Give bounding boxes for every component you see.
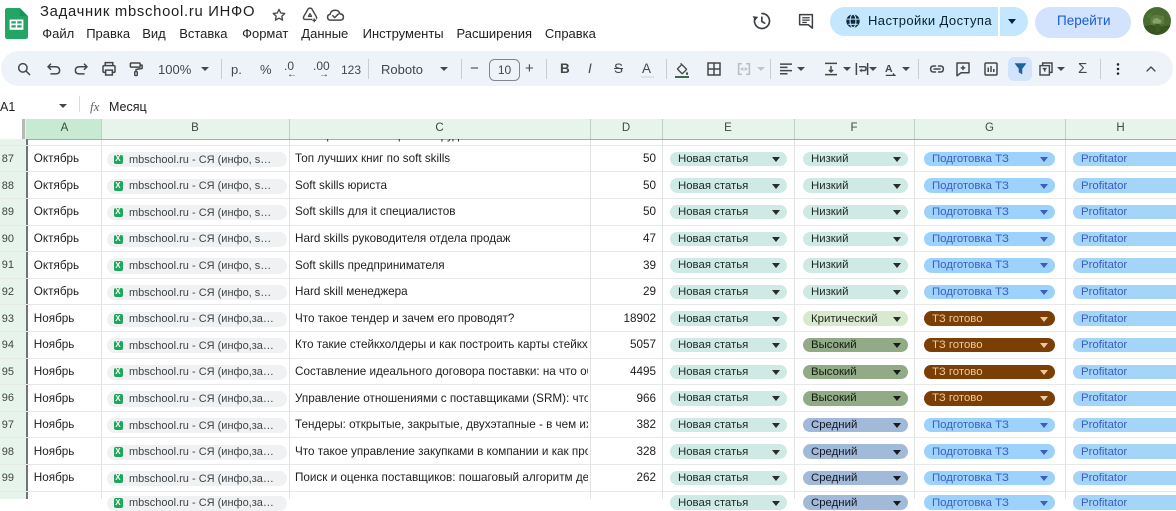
svg-text:A: A: [885, 63, 893, 75]
